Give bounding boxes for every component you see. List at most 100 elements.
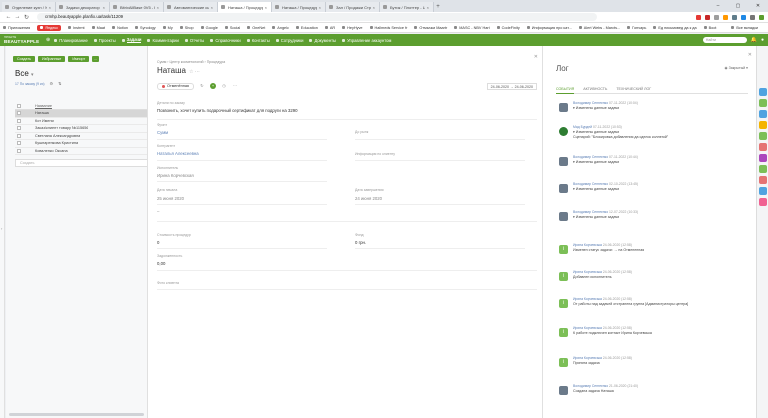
horizontal-scrollbar[interactable] [9,413,144,416]
avatar[interactable] [559,184,568,193]
bookmark-item[interactable]: Alert Webs - Marcts... [578,26,620,30]
column-header-name[interactable]: Название [35,104,52,108]
create-button[interactable]: Создать [13,56,36,62]
new-tab-button[interactable]: + [434,2,442,12]
settings-icon[interactable]: ⚙ [50,81,54,86]
list-item[interactable]: Коваленко Оксана [15,148,148,155]
log-author[interactable]: Мад Бурдей [573,125,592,129]
extension-icon[interactable] [732,14,737,20]
side-tool-icon[interactable] [759,88,767,96]
log-scenario-text[interactable]: Сценарий: "Блокировка добавления да сдел… [573,135,668,139]
side-tool-icon[interactable] [759,110,767,118]
close-icon[interactable]: × [373,5,375,10]
bookmark-item[interactable]: AR [324,26,335,30]
breadcrumb[interactable]: Сумм › Центр косметологий › Процедура [157,60,225,64]
browser-tab[interactable]: Задачи декоратор 'кол-свет× [56,2,110,12]
side-tool-icon[interactable] [759,165,767,173]
close-icon[interactable]: × [427,5,429,10]
nav-item[interactable]: Планирование [54,38,88,43]
log-author[interactable]: Ирина Корчевська [573,270,602,274]
bookmark-item[interactable]: Notion [112,26,128,30]
bookmark-item[interactable]: Synology [135,26,156,30]
browser-tab[interactable]: Бутик / Плоттер - Центр× [380,2,434,12]
contact-value[interactable]: Наталья Алексеевна [157,151,199,156]
back-icon[interactable]: ← [4,14,13,20]
row-checkbox[interactable] [17,126,21,131]
browser-tab[interactable]: Отделение кухн / УправМоеУ× [2,2,56,12]
side-tool-icon[interactable] [759,132,767,140]
side-tool-icon[interactable] [759,99,767,107]
add-icon[interactable]: + [209,83,216,89]
extension-icon[interactable] [759,14,764,20]
bookmark-item[interactable]: Яндекс [37,24,61,31]
close-icon[interactable]: × [265,5,267,10]
minimize-icon[interactable]: – [708,0,728,12]
timer-icon[interactable]: ◷ [221,83,227,89]
log-author[interactable]: Ирина Корчевська [573,326,602,330]
browser-tab[interactable]: BitrixAllBase 0V5 - Розетка× [110,2,164,12]
tab-technical-log[interactable]: ТЕХНИЧЕСКИЙ ЛОГ [616,86,651,94]
sort-icon[interactable]: ⇅ [58,81,61,86]
side-tool-icon[interactable] [759,121,767,129]
bookmark-item[interactable]: Приложения [3,26,30,30]
side-tool-icon[interactable] [759,154,767,162]
close-icon[interactable]: × [49,5,51,10]
plus-icon[interactable]: ⊕ [46,37,50,43]
avatar[interactable] [559,157,568,166]
bookmark-item[interactable]: Instrmt [68,26,85,30]
bookmark-item[interactable]: Информация про кат... [526,26,572,30]
more-icon[interactable]: ⋯ [232,83,238,89]
avatar[interactable]: i [559,358,568,367]
expand-icon[interactable]: › [1,226,2,231]
extension-icon[interactable] [723,14,728,20]
side-tool-icon[interactable] [759,143,767,151]
bookmark-item[interactable]: OneNet [247,26,265,30]
extension-icon[interactable] [741,14,746,20]
refresh-icon[interactable]: ↻ [199,83,205,89]
bookmark-item[interactable]: Ед письмовед да к да [653,26,697,30]
bookmark-item[interactable]: Hallmeds Service fr [369,26,407,30]
log-author[interactable]: Володимир Сенгеєнко [573,182,608,186]
close-icon[interactable]: ✕ [534,54,538,60]
bookmark-item[interactable]: My [162,26,173,30]
list-item[interactable]: Кот Имени [15,118,148,125]
executor-value[interactable]: Ирина Корчевская [157,173,194,178]
list-item[interactable]: Заказ/клиент товару №115656 [15,125,148,133]
list-filter-summary[interactable]: 17 По заказу (9 из) [15,82,45,86]
side-tool-icon[interactable] [759,176,767,184]
extension-icon[interactable] [696,14,701,20]
log-filter-dropdown[interactable]: ◉ Закрытый ▾ [724,66,748,70]
maximize-icon[interactable]: ▢ [728,0,748,12]
left-collapse-strip[interactable]: › [0,46,5,418]
row-checkbox[interactable] [17,141,21,146]
log-author[interactable]: Володимир Сенгеєнко [573,155,608,159]
avatar[interactable] [559,212,568,221]
more-button[interactable]: ... [92,56,100,62]
extension-icon[interactable] [714,14,719,20]
forward-icon[interactable]: → [13,14,22,20]
list-search-input[interactable]: Создать [15,159,148,167]
cost-value[interactable]: 0 [157,240,159,245]
favorites-button[interactable]: Избранные [38,56,66,62]
nav-item[interactable]: Отчеты [184,38,204,43]
bookmark-item[interactable]: Maat [91,26,105,30]
log-author[interactable]: Ирина Корчевська [573,243,602,247]
nav-item[interactable]: Комментарии [147,38,179,43]
avatar[interactable] [559,386,568,395]
nav-item[interactable]: Контакты [246,38,270,43]
project-value[interactable]: Сумм [157,130,168,135]
side-tool-icon[interactable] [759,198,767,206]
reload-icon[interactable]: ↻ [22,14,31,21]
nav-item[interactable]: Проекты [93,38,116,43]
avatar[interactable] [559,103,568,112]
bookmark-item[interactable]: Google [200,26,218,30]
nav-item[interactable]: Справочники [210,38,241,43]
close-icon[interactable]: × [319,5,321,10]
bell-icon[interactable]: 🔔 [751,37,757,43]
user-icon[interactable]: ● [761,37,764,43]
list-item[interactable]: Наташа [15,110,148,118]
row-checkbox[interactable] [17,148,21,153]
bookmark-item[interactable]: MASC - NBV Hart [454,26,490,30]
row-checkbox[interactable] [17,133,21,138]
avatar[interactable]: i [559,299,568,308]
